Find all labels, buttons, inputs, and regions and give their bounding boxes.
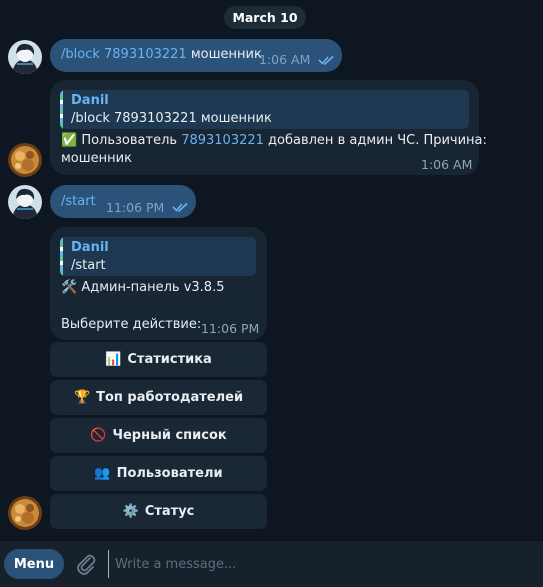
message-time: 11:06 PM bbox=[106, 200, 165, 215]
message-composer: Menu bbox=[0, 540, 543, 587]
message-time: 1:06 AM bbox=[421, 157, 473, 172]
outgoing-message-block[interactable]: /start 11:06 PM bbox=[50, 185, 196, 218]
outgoing-message-block[interactable]: /block 7893103221 мошенник 1:06 AM bbox=[50, 39, 342, 72]
date-chip: March 10 bbox=[224, 6, 306, 29]
message-time: 1:06 AM bbox=[259, 52, 311, 67]
trophy-emoji-icon: 🏆 bbox=[73, 390, 91, 405]
keyboard-button-label: Черный список bbox=[112, 428, 227, 443]
message-text: Админ-панель v3.8.5 bbox=[77, 280, 225, 295]
incoming-message-block[interactable]: Danil /block 7893103221 мошенник ✅ Польз… bbox=[50, 80, 487, 175]
keyboard-button-label: Топ работодателей bbox=[96, 390, 244, 405]
reply-sender: Danil bbox=[71, 240, 109, 255]
double-check-icon bbox=[318, 55, 334, 66]
message-reason: мошенник bbox=[186, 47, 262, 62]
bot-avatar[interactable] bbox=[8, 496, 42, 530]
keyboard-button-users[interactable]: 👥 Пользователи bbox=[50, 456, 267, 491]
keyboard-button-status[interactable]: ⚙️ Статус bbox=[50, 494, 267, 529]
incoming-message-block[interactable]: Danil /start 🛠️ Админ-панель v3.8.5 Выбе… bbox=[50, 227, 267, 340]
user-avatar[interactable] bbox=[8, 185, 42, 219]
reply-text: /block 7893103221 мошенник bbox=[71, 111, 272, 126]
keyboard-button-top-employers[interactable]: 🏆 Топ работодателей bbox=[50, 380, 267, 415]
message-text: мошенник bbox=[61, 151, 132, 166]
users-emoji-icon: 👥 bbox=[94, 466, 111, 481]
keyboard-button-label: Пользователи bbox=[116, 466, 223, 481]
check-emoji-icon: ✅ bbox=[61, 133, 78, 148]
keyboard-button-label: Статус bbox=[144, 504, 195, 519]
reply-sender: Danil bbox=[71, 93, 109, 108]
gear-emoji-icon: ⚙️ bbox=[122, 504, 139, 519]
message-text: /block 7893103221 мошенник bbox=[61, 47, 262, 62]
double-check-icon bbox=[172, 202, 188, 213]
user-avatar[interactable] bbox=[8, 40, 42, 74]
command-link[interactable]: /start bbox=[61, 194, 96, 209]
chart-emoji-icon: 📊 bbox=[105, 352, 122, 367]
message-text: Выберите действие: bbox=[61, 317, 202, 332]
message-text: добавлен в админ ЧС. Причина: bbox=[263, 133, 487, 148]
message-line: ✅ Пользователь 7893103221 добавлен в адм… bbox=[61, 133, 487, 148]
message-time: 11:06 PM bbox=[201, 321, 260, 336]
reply-quote[interactable]: Danil /start bbox=[60, 237, 256, 276]
id-link[interactable]: 7893103221 bbox=[181, 133, 264, 148]
command-link[interactable]: /block bbox=[61, 47, 100, 62]
reply-quote[interactable]: Danil /block 7893103221 мошенник bbox=[60, 90, 469, 129]
message-line: 🛠️ Админ-панель v3.8.5 bbox=[61, 280, 225, 295]
message-input[interactable] bbox=[108, 550, 537, 578]
bot-avatar[interactable] bbox=[8, 143, 42, 177]
keyboard-button-statistics[interactable]: 📊 Статистика bbox=[50, 342, 267, 377]
keyboard-button-label: Статистика bbox=[127, 352, 212, 367]
paperclip-icon[interactable] bbox=[75, 552, 97, 576]
id-link[interactable]: 7893103221 bbox=[104, 47, 187, 62]
tools-emoji-icon: 🛠️ bbox=[61, 280, 78, 295]
reply-text: /start bbox=[71, 258, 106, 273]
message-text: Пользователь bbox=[77, 133, 182, 148]
chat-area: March 10 /block 7893103221 мошенник 1:06… bbox=[0, 0, 543, 540]
menu-button[interactable]: Menu bbox=[4, 549, 64, 579]
keyboard-button-blacklist[interactable]: 🚫 Черный список bbox=[50, 418, 267, 453]
prohibited-emoji-icon: 🚫 bbox=[90, 428, 107, 443]
